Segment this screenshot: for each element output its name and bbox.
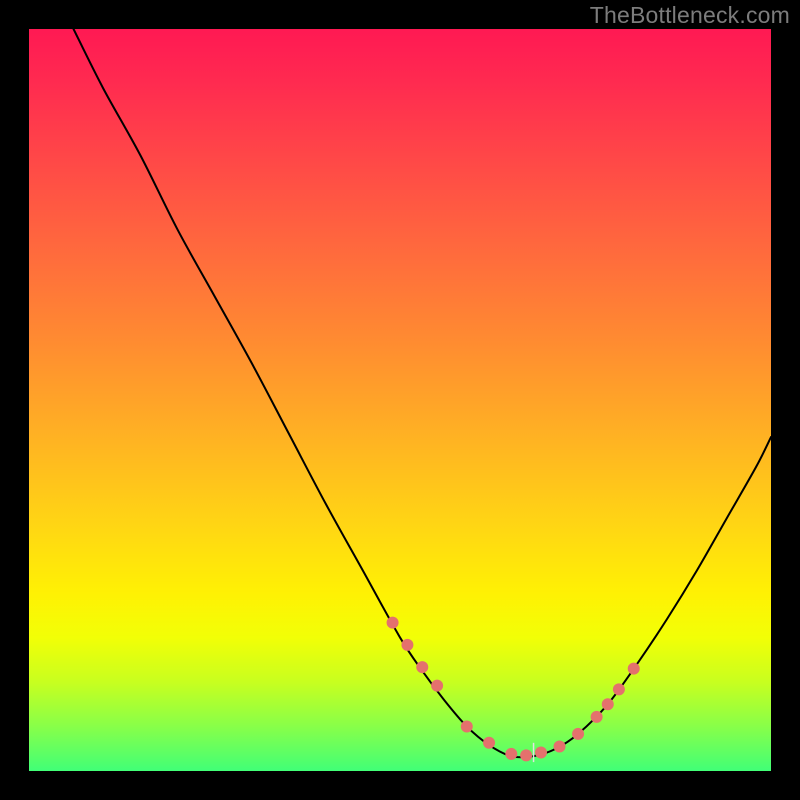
highlight-dot [483, 737, 495, 749]
highlight-dot [535, 746, 547, 758]
highlight-dot [613, 683, 625, 695]
highlight-dot [505, 748, 517, 760]
highlight-dot [431, 680, 443, 692]
highlight-dot [572, 728, 584, 740]
curve-svg [29, 29, 771, 771]
highlight-dot [602, 698, 614, 710]
bottleneck-curve [74, 29, 771, 757]
highlight-dot [387, 617, 399, 629]
highlight-dot [520, 749, 532, 761]
highlight-dot [401, 639, 413, 651]
watermark-text: TheBottleneck.com [590, 2, 790, 29]
plot-area [29, 29, 771, 771]
highlight-dot [554, 741, 566, 753]
highlight-dot [591, 711, 603, 723]
highlight-dot [461, 720, 473, 732]
highlight-dot [416, 661, 428, 673]
chart-container: TheBottleneck.com [0, 0, 800, 800]
highlight-dot [628, 663, 640, 675]
